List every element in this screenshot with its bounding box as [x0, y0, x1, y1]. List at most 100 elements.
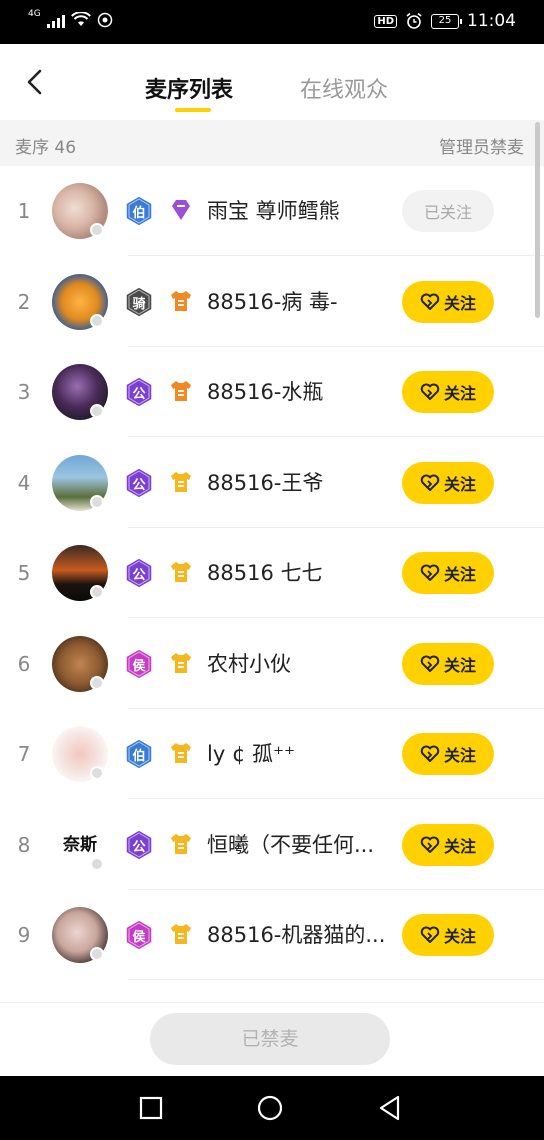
follow-button[interactable]: 关注 — [402, 642, 494, 685]
queue-subbar: 麦序 46 管理员禁麦 — [0, 120, 544, 166]
level-label: 伯 — [132, 749, 146, 764]
queue-row[interactable]: 4 公 88516-王爷 关注 — [0, 438, 544, 528]
status-right: HD 25 11:04 — [374, 11, 516, 31]
follow-button[interactable]: 关注 — [402, 552, 494, 594]
back-nav-icon[interactable] — [376, 1094, 404, 1122]
online-status-dot — [90, 494, 104, 509]
heart-icon — [420, 293, 440, 310]
header: 麦序列表 在线观众 — [0, 44, 544, 120]
queue-list: 1 伯雨宝 尊师鳕熊 已关注 2 骑 88516-病 毒- 关注 3 公 88516-水瓶 关注 4 公… — [0, 166, 544, 1002]
home-icon[interactable] — [256, 1094, 284, 1122]
status-time: 11:04 — [467, 11, 516, 31]
queue-position: 7 — [17, 742, 31, 766]
level-badge: 伯 — [123, 194, 155, 228]
queue-row[interactable]: 2 骑 88516-病 毒- 关注 — [0, 257, 544, 347]
hd-badge: HD — [374, 14, 397, 28]
queue-position: 9 — [17, 923, 31, 947]
level-badge: 公 — [123, 556, 155, 590]
tab-online-audience[interactable]: 在线观众 — [300, 72, 388, 104]
queue-position: 5 — [17, 561, 31, 585]
signal-icon — [46, 12, 65, 28]
level-label: 侯 — [132, 930, 146, 945]
follow-button[interactable]: 关注 — [402, 914, 494, 956]
network-type: 4G — [28, 9, 41, 19]
follow-button[interactable]: 关注 — [402, 733, 494, 775]
nickname: ly ¢ 孤⁺⁺ — [207, 742, 296, 766]
level-badge: 公 — [123, 375, 155, 409]
nickname: 雨宝 尊师鳕熊 — [207, 199, 340, 223]
queue-count-label: 麦序 46 — [15, 138, 77, 158]
queue-row[interactable]: 6 侯 农村小伙 关注 — [0, 619, 544, 709]
level-label: 公 — [132, 839, 146, 855]
yellow-shirt-icon — [171, 833, 191, 854]
follow-button[interactable]: 关注 — [402, 280, 494, 323]
queue-row[interactable]: 7 伯 ly ¢ 孤⁺⁺ 关注 — [0, 709, 544, 799]
bottom-bar: 已禁麦 — [0, 1002, 544, 1076]
follow-button-label: 关注 — [443, 746, 476, 765]
nickname: 88516-王爷 — [207, 470, 324, 495]
mic-banned-button[interactable]: 已禁麦 — [150, 1013, 390, 1065]
level-badge: 伯 — [123, 737, 155, 771]
level-badge: 骑 — [123, 285, 155, 319]
system-nav-bar — [0, 1076, 544, 1140]
nickname: 农村小伙 — [207, 651, 291, 676]
follow-button[interactable]: 关注 — [402, 461, 494, 504]
level-label: 公 — [132, 568, 146, 583]
queue-position: 8 — [17, 832, 31, 857]
yellow-shirt-icon — [171, 924, 191, 944]
queue-row[interactable]: 3 公 88516-水瓶 关注 — [0, 347, 544, 437]
follow-button-label: 关注 — [443, 384, 476, 403]
tab-mic-queue[interactable]: 麦序列表 — [145, 72, 233, 104]
nickname: 88516-病 毒- — [207, 289, 338, 314]
admin-ban-mic-link[interactable]: 管理员禁麦 — [439, 133, 524, 158]
queue-row[interactable]: 1 伯 雨宝 尊师鳕熊 已关注 — [0, 166, 544, 256]
wifi-icon — [70, 12, 91, 26]
heart-icon — [420, 474, 440, 491]
yellow-shirt-icon — [171, 471, 191, 492]
level-label: 公 — [132, 477, 146, 493]
level-label: 骑 — [132, 296, 146, 312]
follow-button[interactable]: 关注 — [402, 823, 494, 866]
level-label: 侯 — [132, 658, 146, 674]
yellow-shirt-icon — [171, 743, 191, 763]
scrollbar[interactable] — [535, 122, 540, 318]
queue-position: 4 — [17, 470, 31, 495]
alarm-icon — [406, 12, 422, 29]
online-status-dot — [90, 856, 104, 871]
back-icon[interactable] — [22, 68, 50, 96]
follow-button-label: 关注 — [443, 927, 476, 946]
recents-icon[interactable] — [137, 1094, 165, 1122]
follow-button-label: 关注 — [443, 565, 476, 584]
nickname: 恒曦（不要任何... — [207, 832, 375, 857]
queue-row[interactable]: 9 侯 88516-机器猫的... 关注 — [0, 890, 544, 980]
purple-badge-icon — [172, 200, 190, 220]
status-left: 4G — [28, 9, 113, 28]
queue-row[interactable]: 8 奈斯公恒曦（不要任何... 关注 — [0, 800, 544, 890]
online-status-dot — [90, 223, 104, 237]
online-status-dot — [90, 675, 104, 690]
level-badge: 公 — [123, 466, 155, 500]
queue-position: 2 — [17, 289, 31, 314]
followed-button[interactable]: 已关注 — [402, 190, 494, 232]
battery-icon: 25 — [431, 13, 462, 29]
yellow-shirt-icon — [171, 652, 191, 673]
heart-icon — [420, 655, 440, 672]
level-label: 公 — [132, 387, 146, 402]
nickname: 88516-机器猫的... — [207, 923, 386, 947]
orange-shirt-icon — [171, 290, 191, 311]
online-status-dot — [90, 404, 104, 418]
follow-button-label: 关注 — [443, 293, 476, 313]
follow-button-label: 关注 — [443, 655, 476, 675]
queue-row[interactable]: 5 公 88516 七七 关注 — [0, 528, 544, 618]
nickname: 88516-水瓶 — [207, 380, 324, 404]
heart-icon — [420, 383, 440, 400]
follow-button-label: 关注 — [443, 474, 476, 494]
follow-button[interactable]: 关注 — [402, 371, 494, 413]
yellow-shirt-icon — [171, 562, 191, 582]
heart-icon — [420, 564, 440, 581]
level-badge: 公 — [123, 828, 155, 862]
nickname: 88516 七七 — [207, 561, 323, 585]
online-status-dot — [90, 766, 104, 780]
queue-position: 6 — [17, 651, 31, 676]
heart-icon — [420, 745, 440, 762]
